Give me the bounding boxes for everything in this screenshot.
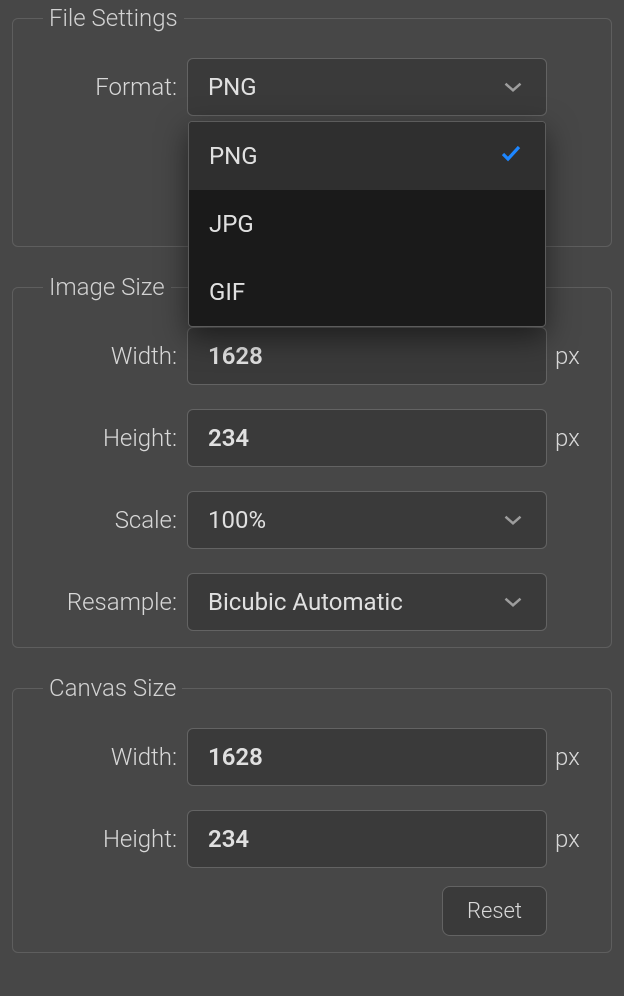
format-option-gif[interactable]: GIF [189,258,545,326]
file-settings-group: File Settings Format: PNG PNG JPG [12,4,612,247]
canvas-height-field[interactable] [187,810,547,868]
scale-select[interactable]: 100% [187,491,547,549]
unit-px: px [547,424,593,452]
format-select-value: PNG [208,73,257,101]
scale-row: Scale: 100% [31,491,593,549]
format-label: Format: [31,73,187,101]
canvas-width-label: Width: [31,743,187,771]
canvas-width-row: Width: px [31,728,593,786]
resample-label: Resample: [31,588,187,616]
image-width-field[interactable] [187,327,547,385]
reset-button[interactable]: Reset [442,886,547,936]
resample-select-value: Bicubic Automatic [208,588,403,616]
format-select[interactable]: PNG PNG JPG GIF [187,58,547,116]
format-option-label: JPG [209,210,254,238]
chevron-down-icon [502,76,524,98]
format-option-label: GIF [209,278,245,306]
resample-row: Resample: Bicubic Automatic [31,573,593,631]
format-row: Format: PNG PNG JPG GIF [31,58,593,116]
image-size-legend: Image Size [43,273,171,301]
format-option-png[interactable]: PNG [189,122,545,190]
canvas-button-row: Reset [31,886,593,936]
spacer [547,886,593,936]
image-height-label: Height: [31,424,187,452]
canvas-width-input[interactable] [208,743,526,771]
chevron-down-icon [502,591,524,613]
image-height-field[interactable] [187,409,547,467]
image-width-input[interactable] [208,342,526,370]
format-option-label: PNG [209,142,258,170]
unit-px: px [547,825,593,853]
resample-select[interactable]: Bicubic Automatic [187,573,547,631]
image-width-row: Width: px [31,327,593,385]
canvas-height-row: Height: px [31,810,593,868]
canvas-height-input[interactable] [208,825,526,853]
image-height-input[interactable] [208,424,526,452]
unit-px: px [547,743,593,771]
scale-select-value: 100% [208,506,266,534]
check-icon [499,141,523,171]
scale-label: Scale: [31,506,187,534]
chevron-down-icon [502,509,524,531]
reset-button-label: Reset [467,899,522,924]
canvas-size-legend: Canvas Size [43,674,182,702]
image-height-row: Height: px [31,409,593,467]
format-dropdown: PNG JPG GIF [188,121,546,327]
canvas-size-group: Canvas Size Width: px Height: px Reset [12,674,612,953]
format-option-jpg[interactable]: JPG [189,190,545,258]
unit-px: px [547,342,593,370]
canvas-width-field[interactable] [187,728,547,786]
file-settings-legend: File Settings [43,4,184,32]
image-size-group: Image Size Width: px Height: px Scale: 1… [12,273,612,648]
canvas-height-label: Height: [31,825,187,853]
image-width-label: Width: [31,342,187,370]
